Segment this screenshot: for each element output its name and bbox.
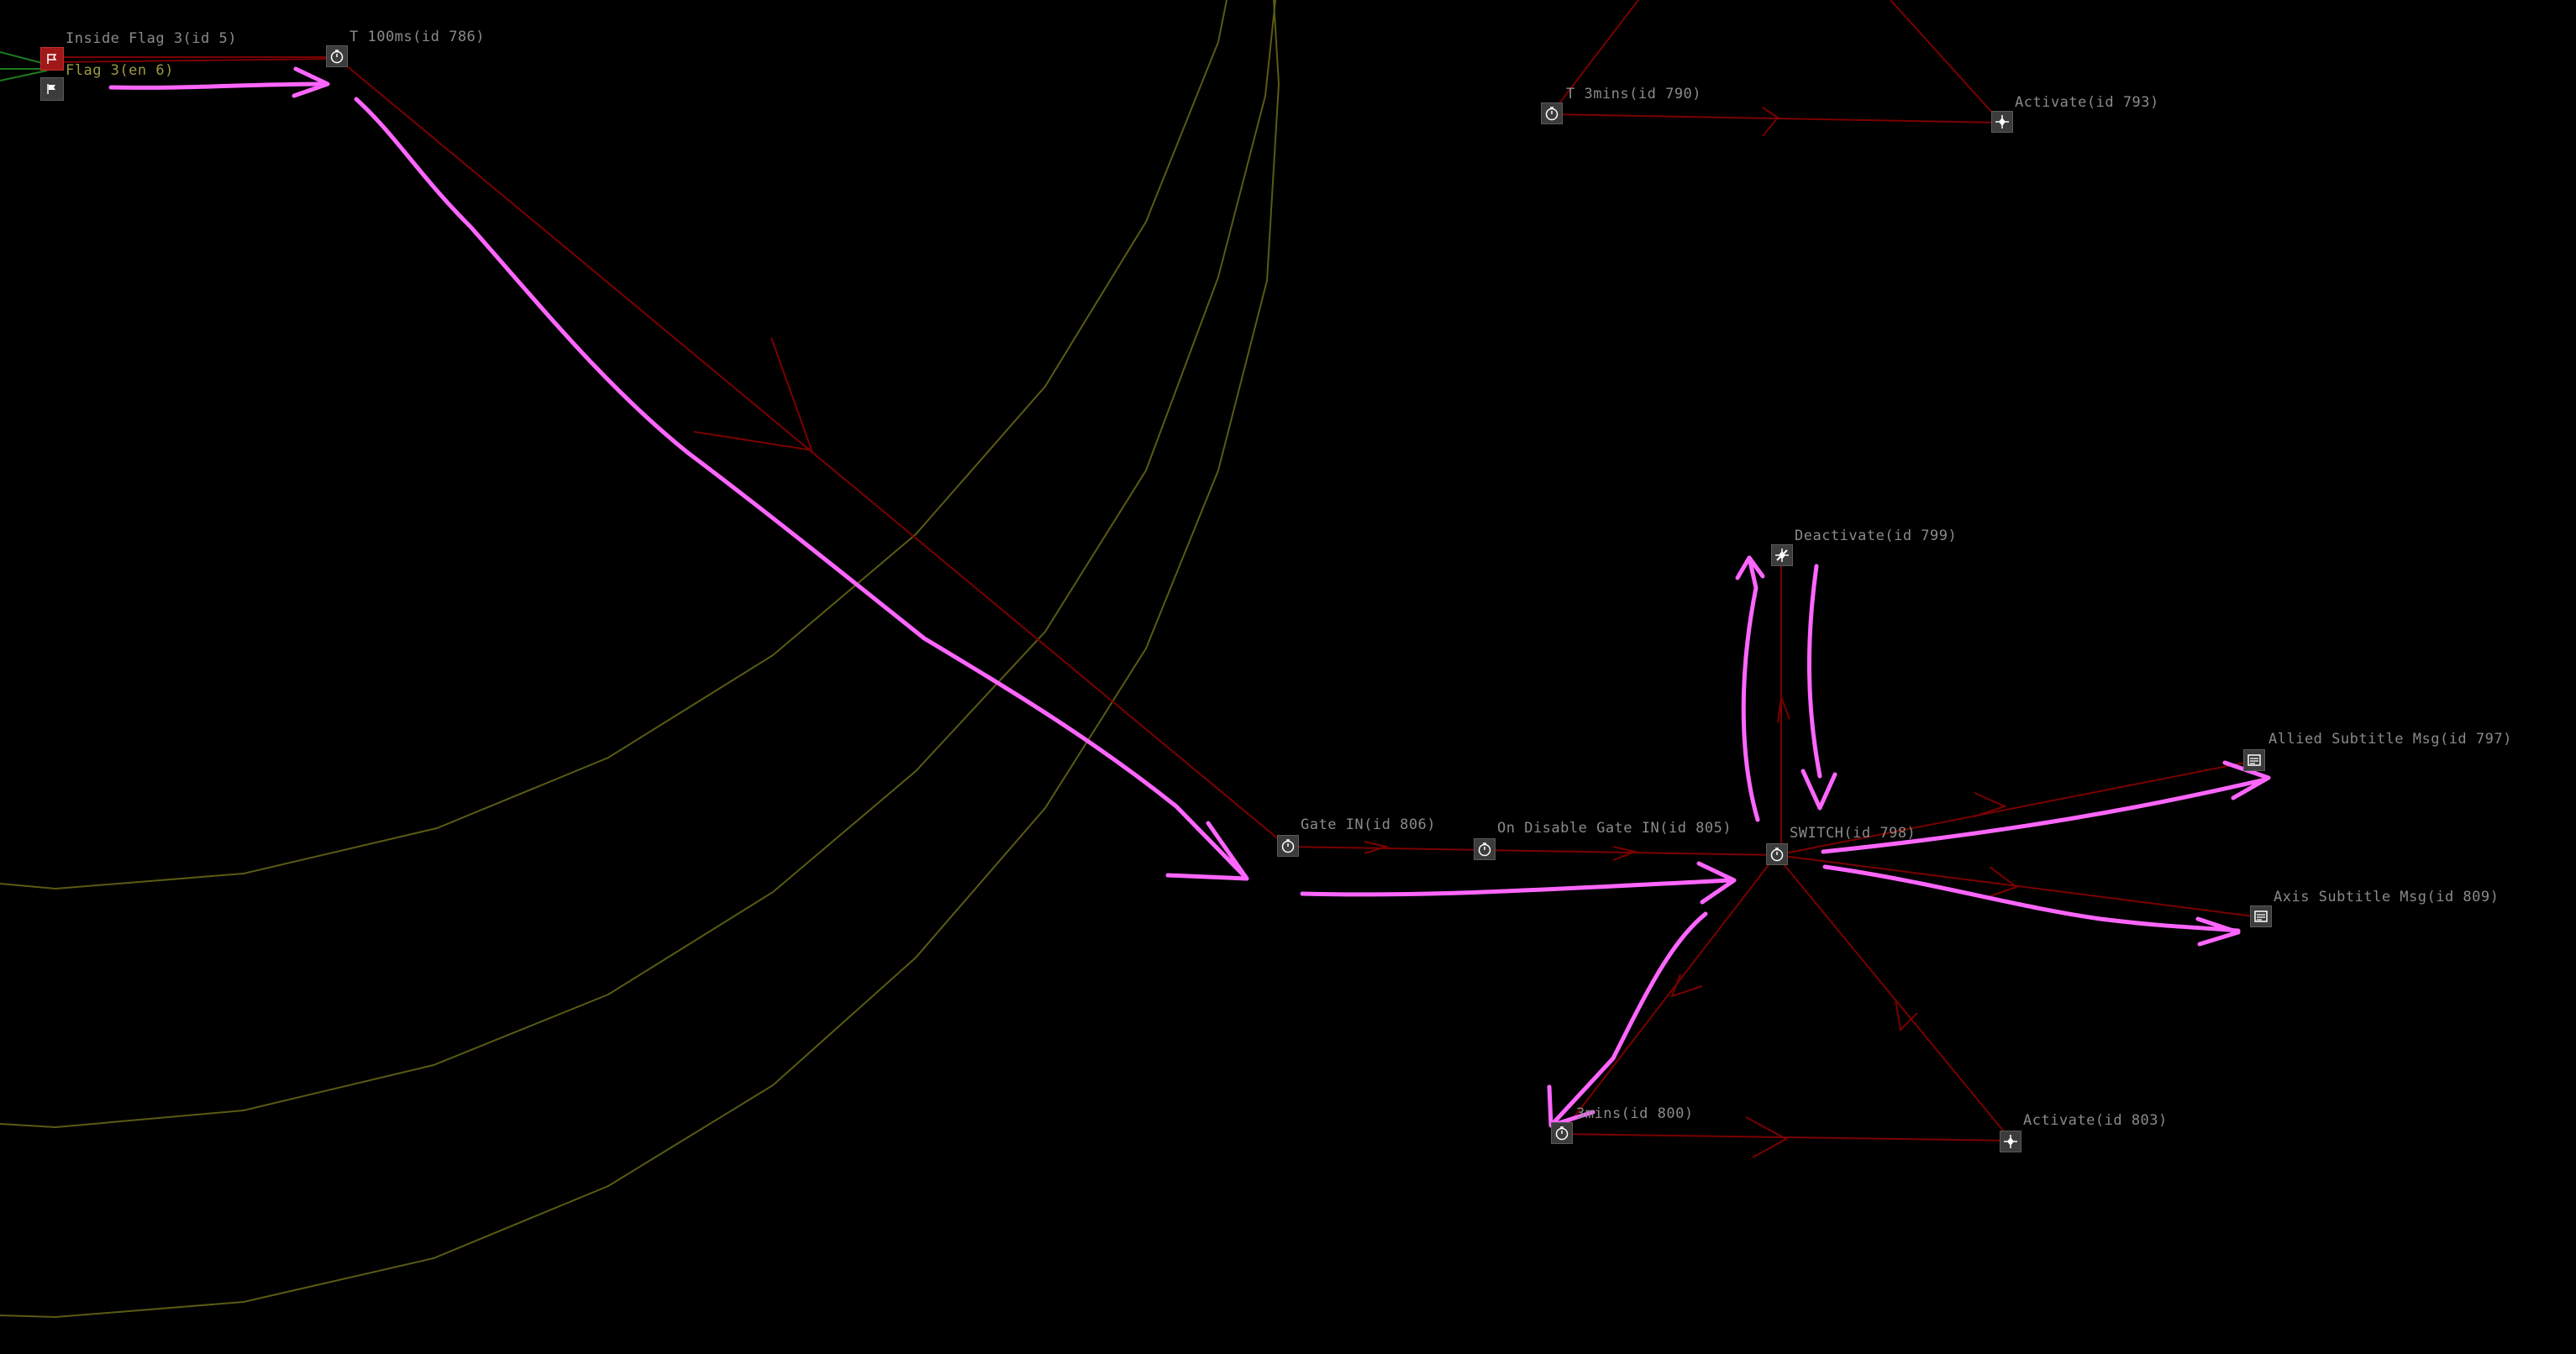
timer-icon[interactable]: [1551, 1122, 1573, 1144]
timer-icon[interactable]: [1474, 838, 1496, 860]
activate-icon[interactable]: [1991, 111, 2013, 133]
node-label-deactivate-799: Deactivate(id 799): [1795, 527, 1958, 544]
annotation-arrow-switch-to-deactivate: [1735, 555, 1765, 822]
timer-icon[interactable]: [326, 45, 348, 67]
zone-outlines: [0, 0, 1280, 1319]
zone-arc-inner: [0, 0, 1228, 890]
node-label-inside-flag-3: Inside Flag 3(id 5): [66, 30, 237, 47]
annotation-arrow-switch-to-timer: [1547, 911, 1708, 1128]
node-label-flag-3: Flag 3(en 6): [66, 62, 174, 79]
annotation-arrow-gate-to-switch: [1300, 861, 1737, 905]
annotation-arrow-timer-to-gate: [354, 97, 1249, 881]
zone-arc-outer: [0, 0, 1280, 1319]
node-label-axis-subtitle-809: Axis Subtitle Msg(id 809): [2274, 889, 2500, 905]
flag-red-icon[interactable]: [40, 47, 64, 71]
node-label-activate-803: Activate(id 803): [2023, 1112, 2168, 1129]
annotation-arrow-deactivate-to-switch: [1801, 564, 1837, 811]
link-layer: [0, 0, 2271, 1319]
flag-white-icon[interactable]: [40, 77, 64, 101]
mission-editor-canvas[interactable]: Inside Flag 3(id 5) Flag 3(en 6) T 100ms…: [0, 0, 2576, 1354]
activate-icon[interactable]: [2000, 1131, 2021, 1152]
node-label-t-3mins-790: T 3mins(id 790): [1566, 86, 1702, 102]
node-links: [50, 0, 2261, 1158]
timer-icon[interactable]: [1766, 843, 1788, 865]
zone-arc-middle: [0, 0, 1276, 1129]
node-label-on-disable-gate-805: On Disable Gate IN(id 805): [1497, 820, 1732, 837]
node-label-gate-in-806: Gate IN(id 806): [1301, 816, 1437, 833]
node-label-activate-793: Activate(id 793): [2015, 94, 2159, 111]
annotation-arrows: [108, 66, 2271, 1128]
node-label-switch-798: SWITCH(id 798): [1790, 825, 1916, 842]
message-icon[interactable]: [2243, 749, 2265, 771]
node-label-t-100ms: T 100ms(id 786): [350, 29, 486, 45]
node-label-t-3mins-800: 3mins(id 800): [1576, 1105, 1694, 1122]
message-icon[interactable]: [2250, 905, 2272, 927]
timer-icon[interactable]: [1541, 102, 1563, 124]
node-label-allied-subtitle-797: Allied Subtitle Msg(id 797): [2268, 731, 2512, 748]
timer-icon[interactable]: [1277, 835, 1299, 857]
deactivate-icon[interactable]: [1771, 544, 1793, 566]
annotation-arrow-switch-to-axis: [1822, 864, 2241, 947]
